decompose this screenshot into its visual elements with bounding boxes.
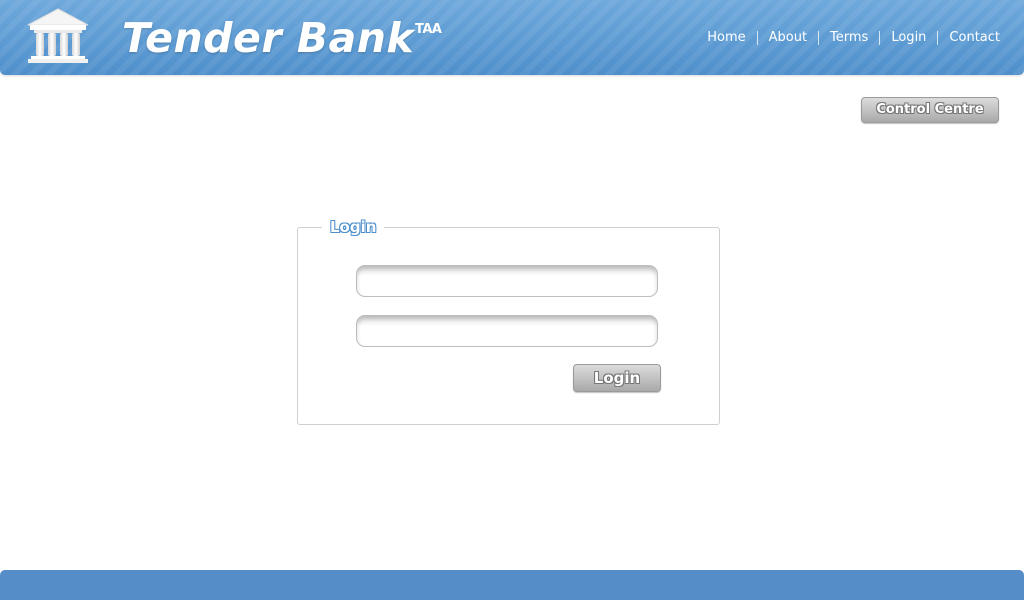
nav-divider — [818, 31, 820, 45]
main-nav: Home About Terms Login Contact — [707, 30, 1000, 46]
username-input[interactable] — [356, 265, 658, 297]
nav-terms[interactable]: Terms — [830, 30, 868, 46]
control-centre-button[interactable]: Control Centre — [861, 97, 999, 123]
nav-divider — [879, 31, 881, 45]
login-submit-button[interactable]: Login — [573, 364, 661, 392]
bank-building-icon[interactable] — [26, 8, 90, 64]
nav-home[interactable]: Home — [707, 30, 745, 46]
nav-login[interactable]: Login — [891, 30, 926, 46]
nav-contact[interactable]: Contact — [949, 30, 1000, 46]
site-footer — [0, 570, 1024, 600]
login-form: Login Login — [297, 216, 720, 425]
site-header: Tender Bank TAA Home About Terms Login C… — [0, 0, 1024, 75]
password-input[interactable] — [356, 315, 658, 347]
nav-divider — [756, 31, 758, 45]
nav-divider — [937, 31, 939, 45]
nav-about[interactable]: About — [769, 30, 807, 46]
brand-suffix: TAA — [415, 22, 442, 37]
brand-name[interactable]: Tender Bank — [122, 12, 414, 64]
login-legend: Login — [322, 216, 385, 238]
